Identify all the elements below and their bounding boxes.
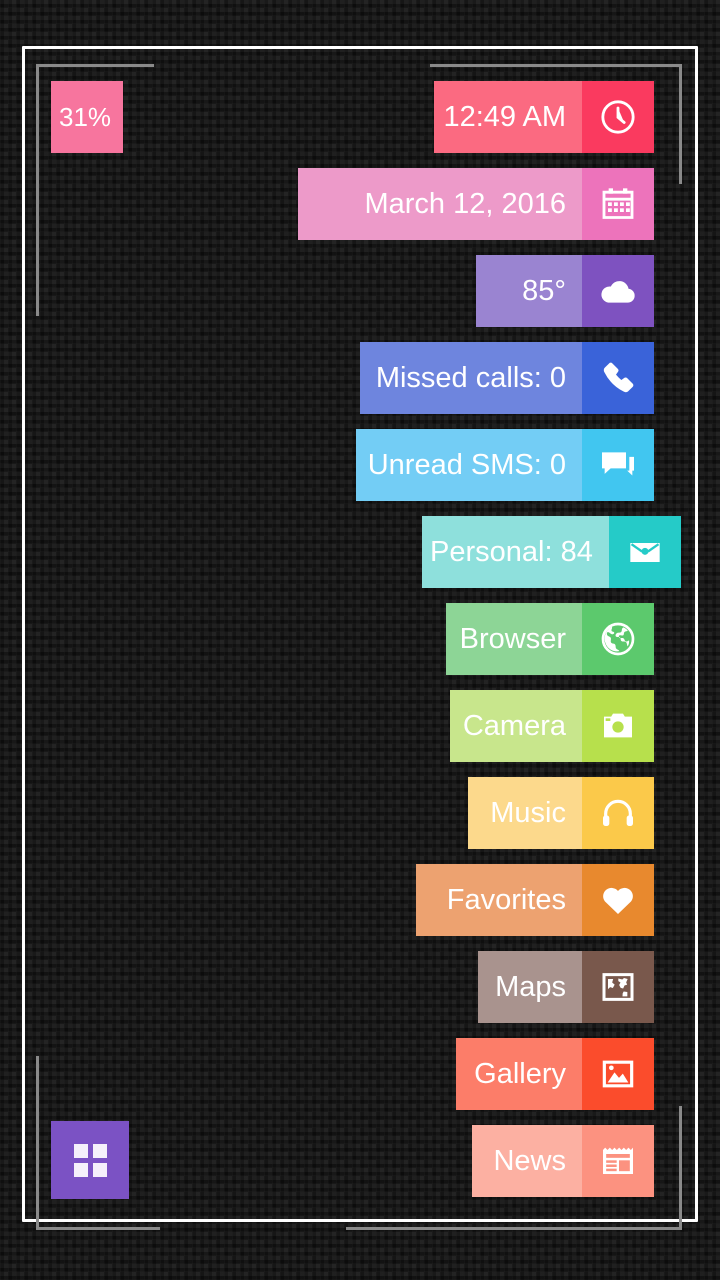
music-widget-label: Music (468, 777, 582, 849)
frame-bracket-top-left-vertical (36, 64, 39, 316)
clock-icon[interactable] (582, 81, 654, 153)
battery-percent-label: 31% (59, 102, 112, 132)
battery-widget[interactable]: 31% (51, 81, 123, 153)
globe-icon[interactable] (582, 603, 654, 675)
missed-calls-widget-text: Missed calls: 0 (375, 361, 566, 394)
gallery-widget[interactable]: Gallery (456, 1038, 654, 1110)
headphones-icon[interactable] (582, 777, 654, 849)
news-widget[interactable]: News (472, 1125, 654, 1197)
clock-widget[interactable]: 12:49 AM (434, 81, 654, 153)
unread-sms-widget[interactable]: Unread SMS: 0 (356, 429, 654, 501)
heart-icon[interactable] (582, 864, 654, 936)
browser-widget-text: Browser (459, 622, 566, 655)
newspaper-icon[interactable] (582, 1125, 654, 1197)
gallery-widget-text: Gallery (474, 1057, 566, 1090)
browser-widget[interactable]: Browser (446, 603, 654, 675)
cloud-icon[interactable] (582, 255, 654, 327)
grid-apps-icon (73, 1143, 107, 1177)
missed-calls-widget[interactable]: Missed calls: 0 (360, 342, 654, 414)
home-screen: 31% 12:49 AM March 12, 2016 85° Missed call… (0, 0, 720, 1280)
favorites-widget[interactable]: Favorites (416, 864, 654, 936)
message-icon[interactable] (582, 429, 654, 501)
maps-widget[interactable]: Maps (478, 951, 654, 1023)
weather-widget-label: 85° (476, 255, 582, 327)
favorites-widget-label: Favorites (416, 864, 582, 936)
envelope-icon[interactable] (608, 516, 681, 588)
clock-widget-text: 12:49 AM (443, 100, 566, 133)
app-drawer-button[interactable] (51, 1121, 129, 1199)
music-widget[interactable]: Music (468, 777, 654, 849)
unread-sms-widget-text: Unread SMS: 0 (367, 448, 566, 481)
maps-widget-text: Maps (495, 970, 566, 1003)
camera-icon[interactable] (582, 690, 654, 762)
phone-icon[interactable] (582, 342, 654, 414)
news-widget-label: News (472, 1125, 582, 1197)
map-icon[interactable] (582, 951, 654, 1023)
weather-widget[interactable]: 85° (476, 255, 654, 327)
weather-widget-text: 85° (522, 274, 566, 307)
camera-widget-label: Camera (450, 690, 582, 762)
maps-widget-label: Maps (478, 951, 582, 1023)
unread-sms-widget-label: Unread SMS: 0 (356, 429, 582, 501)
personal-mail-widget-text: Personal: 84 (430, 535, 593, 568)
personal-mail-widget[interactable]: Personal: 84 (422, 516, 681, 588)
music-widget-text: Music (490, 796, 566, 829)
gallery-widget-label: Gallery (456, 1038, 582, 1110)
camera-widget[interactable]: Camera (450, 690, 654, 762)
browser-widget-label: Browser (446, 603, 582, 675)
date-widget[interactable]: March 12, 2016 (298, 168, 654, 240)
personal-mail-widget-label: Personal: 84 (422, 516, 609, 588)
calendar-icon[interactable] (582, 168, 654, 240)
clock-widget-label: 12:49 AM (434, 81, 582, 153)
date-widget-label: March 12, 2016 (298, 168, 582, 240)
frame-bracket-top-left-bar (36, 64, 154, 67)
news-widget-text: News (493, 1144, 566, 1177)
favorites-widget-text: Favorites (446, 883, 566, 916)
date-widget-text: March 12, 2016 (364, 187, 566, 220)
image-icon[interactable] (582, 1038, 654, 1110)
camera-widget-text: Camera (462, 709, 566, 742)
missed-calls-widget-label: Missed calls: 0 (360, 342, 582, 414)
